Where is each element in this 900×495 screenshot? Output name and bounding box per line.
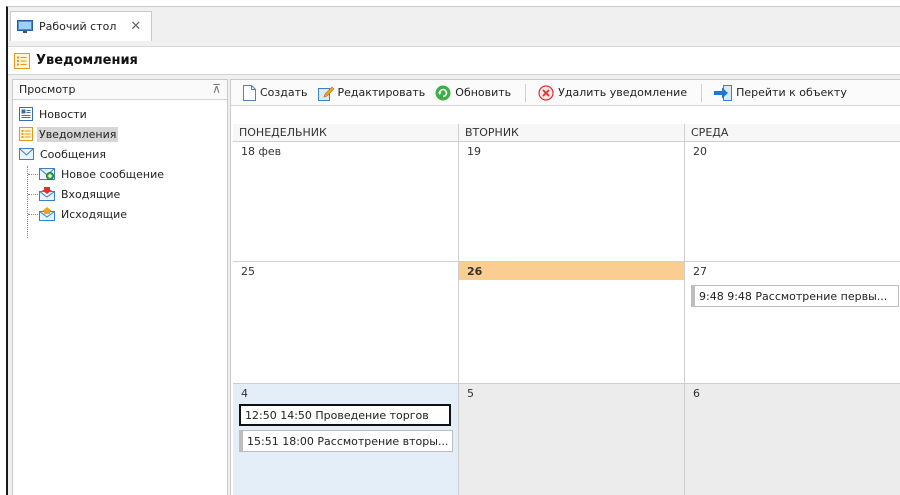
- toolbar: Создать Редактировать Обновить Удалить у…: [231, 80, 900, 106]
- pin-icon[interactable]: ⊼: [212, 82, 221, 96]
- page-header: Уведомления: [8, 47, 900, 75]
- day-cell[interactable]: 5: [459, 384, 685, 495]
- tab-strip: Рабочий стол ✕: [8, 7, 900, 47]
- new-document-icon: [243, 84, 256, 101]
- envelope-icon: [19, 148, 34, 160]
- panel-title: Просмотр: [19, 83, 76, 96]
- day-header-wednesday: СРЕДА: [685, 124, 900, 142]
- notifications-calendar-panel: Создать Редактировать Обновить Удалить у…: [230, 79, 900, 495]
- app-window: Рабочий стол ✕ Уведомления Просмотр ⊼ Но…: [6, 6, 900, 495]
- refresh-icon: [435, 85, 451, 100]
- create-button[interactable]: Создать: [239, 82, 312, 104]
- close-icon[interactable]: ✕: [130, 20, 141, 33]
- news-icon: [19, 107, 33, 121]
- day-cell[interactable]: 6: [685, 384, 900, 495]
- calendar-event-selected[interactable]: 12:50 14:50 Проведение торгов: [239, 404, 451, 426]
- delete-icon: [538, 84, 554, 101]
- calendar-event[interactable]: 9:48 9:48 Рассмотрение первы...: [691, 285, 899, 307]
- navigation-panel: Просмотр ⊼ Новости Уведомления Сообщения…: [12, 79, 228, 495]
- date-label: 20: [693, 144, 707, 158]
- desktop-icon: [17, 19, 33, 33]
- tree-item-new-message[interactable]: Новое сообщение: [13, 164, 227, 184]
- day-cell[interactable]: 20: [685, 142, 900, 262]
- today-date-label: 26: [459, 262, 684, 280]
- tab-desktop[interactable]: Рабочий стол ✕: [10, 11, 152, 41]
- month-calendar: ПОНЕДЕЛЬНИК ВТОРНИК СРЕДА 18 фев 19 20 2…: [233, 108, 900, 495]
- day-cell[interactable]: 19: [459, 142, 685, 262]
- tab-label: Рабочий стол: [39, 20, 117, 33]
- tree-item-news[interactable]: Новости: [13, 104, 227, 124]
- panel-header: Просмотр ⊼: [13, 80, 227, 100]
- delete-notification-button[interactable]: Удалить уведомление: [534, 82, 691, 104]
- outbox-icon: [39, 207, 55, 221]
- page-title: Уведомления: [36, 53, 138, 68]
- date-label: 19: [467, 144, 481, 158]
- notifications-list-icon: [19, 127, 33, 141]
- date-label: 5: [467, 386, 474, 400]
- tree-item-notifications[interactable]: Уведомления: [13, 124, 227, 144]
- refresh-button[interactable]: Обновить: [431, 82, 515, 104]
- edit-button[interactable]: Редактировать: [314, 82, 430, 104]
- new-message-icon: [39, 168, 55, 180]
- day-cell-selected[interactable]: 4 12:50 14:50 Проведение торгов 15:51 18…: [233, 384, 459, 495]
- go-to-arrow-icon: [714, 84, 733, 101]
- tree-item-messages[interactable]: Сообщения: [13, 144, 227, 164]
- navigation-tree: Новости Уведомления Сообщения Новое сооб…: [13, 100, 227, 238]
- toolbar-separator: [525, 83, 527, 102]
- notifications-list-icon: [14, 52, 30, 69]
- tree-item-outbox[interactable]: Исходящие: [13, 204, 227, 224]
- date-label: 18 фев: [241, 144, 282, 158]
- day-cell-today[interactable]: 26: [459, 262, 685, 384]
- date-label: 25: [241, 264, 255, 278]
- tree-item-inbox[interactable]: Входящие: [13, 184, 227, 204]
- day-cell[interactable]: 27 9:48 9:48 Рассмотрение первы...: [685, 262, 900, 384]
- date-label: 27: [693, 264, 707, 278]
- toolbar-separator: [701, 83, 703, 102]
- calendar-event[interactable]: 15:51 18:00 Рассмотрение вторы...: [239, 430, 453, 452]
- date-label: 4: [241, 386, 248, 400]
- day-cell[interactable]: 18 фев: [233, 142, 459, 262]
- inbox-icon: [39, 187, 55, 201]
- day-cell[interactable]: 25: [233, 262, 459, 384]
- edit-icon: [317, 86, 334, 101]
- day-header-monday: ПОНЕДЕЛЬНИК: [233, 124, 459, 142]
- go-to-object-button[interactable]: Перейти к объекту: [710, 82, 851, 104]
- day-header-tuesday: ВТОРНИК: [459, 124, 685, 142]
- date-label: 6: [693, 386, 700, 400]
